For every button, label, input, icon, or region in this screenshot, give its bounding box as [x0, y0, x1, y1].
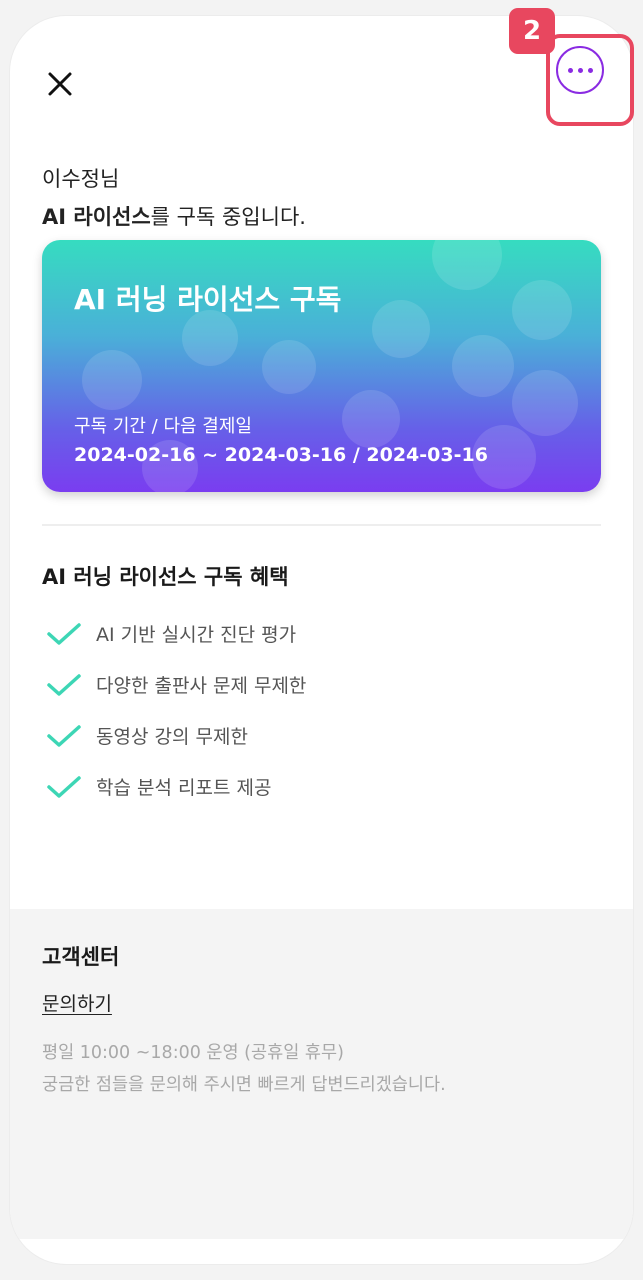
more-horizontal-icon: [567, 67, 593, 73]
card-pattern: [372, 300, 430, 358]
benefit-text: 다양한 출판사 문제 무제한: [96, 675, 307, 697]
card-pattern: [342, 390, 400, 448]
card-period-dates: 2024-02-16 ~ 2024-03-16 / 2024-03-16: [74, 444, 488, 466]
benefits-title: AI 러닝 라이선스 구독 혜택: [42, 565, 289, 589]
check-icon: [47, 724, 81, 747]
card-pattern: [82, 350, 142, 410]
card-period-label: 구독 기간 / 다음 결제일: [74, 416, 252, 437]
product-name: AI 라이선스: [42, 205, 151, 229]
card-pattern: [452, 335, 514, 397]
card-pattern: [262, 340, 316, 394]
benefit-item: 다양한 출판사 문제 무제한: [42, 659, 582, 710]
benefit-text: 동영상 강의 무제한: [96, 726, 248, 748]
operating-hours: 평일 10:00 ~18:00 운영 (공휴일 휴무): [42, 1043, 344, 1063]
card-pattern: [182, 310, 238, 366]
benefit-text: 학습 분석 리포트 제공: [96, 777, 272, 799]
subscription-screen: 이수정님 AI 라이선스를 구독 중입니다. AI 러닝 라이선스 구독 구독 …: [10, 16, 633, 1264]
customer-center: 고객센터 문의하기 평일 10:00 ~18:00 운영 (공휴일 휴무) 궁금…: [10, 909, 633, 1239]
card-pattern: [512, 370, 578, 436]
check-icon: [47, 622, 81, 645]
card-pattern: [512, 280, 572, 340]
inquiry-note: 궁금한 점들을 문의해 주시면 빠르게 답변드리겠습니다.: [42, 1075, 446, 1095]
close-icon: [48, 72, 72, 96]
customer-center-title: 고객센터: [42, 945, 120, 969]
close-button[interactable]: [44, 68, 76, 100]
check-icon: [47, 775, 81, 798]
benefit-item: AI 기반 실시간 진단 평가: [42, 608, 582, 659]
check-icon: [47, 673, 81, 696]
section-divider: [42, 524, 601, 526]
status-suffix: 를 구독 중입니다.: [150, 205, 306, 229]
inquiry-link[interactable]: 문의하기: [42, 989, 112, 1016]
user-name: 이수정님: [42, 167, 120, 191]
benefit-item: 학습 분석 리포트 제공: [42, 761, 582, 812]
more-options-button[interactable]: [556, 46, 604, 94]
subscription-status: AI 라이선스를 구독 중입니다.: [42, 198, 306, 236]
card-pattern: [432, 240, 502, 290]
step-badge: 2: [509, 8, 555, 54]
customer-center-info: 평일 10:00 ~18:00 운영 (공휴일 휴무) 궁금한 점들을 문의해 …: [42, 1037, 446, 1101]
benefit-item: 동영상 강의 무제한: [42, 710, 582, 761]
benefits-list: AI 기반 실시간 진단 평가 다양한 출판사 문제 무제한 동영상 강의 무제…: [42, 608, 582, 812]
subscription-greeting: 이수정님 AI 라이선스를 구독 중입니다.: [42, 160, 306, 236]
benefit-text: AI 기반 실시간 진단 평가: [96, 624, 297, 646]
card-title: AI 러닝 라이선스 구독: [74, 283, 342, 316]
subscription-card: AI 러닝 라이선스 구독 구독 기간 / 다음 결제일 2024-02-16 …: [42, 240, 601, 492]
